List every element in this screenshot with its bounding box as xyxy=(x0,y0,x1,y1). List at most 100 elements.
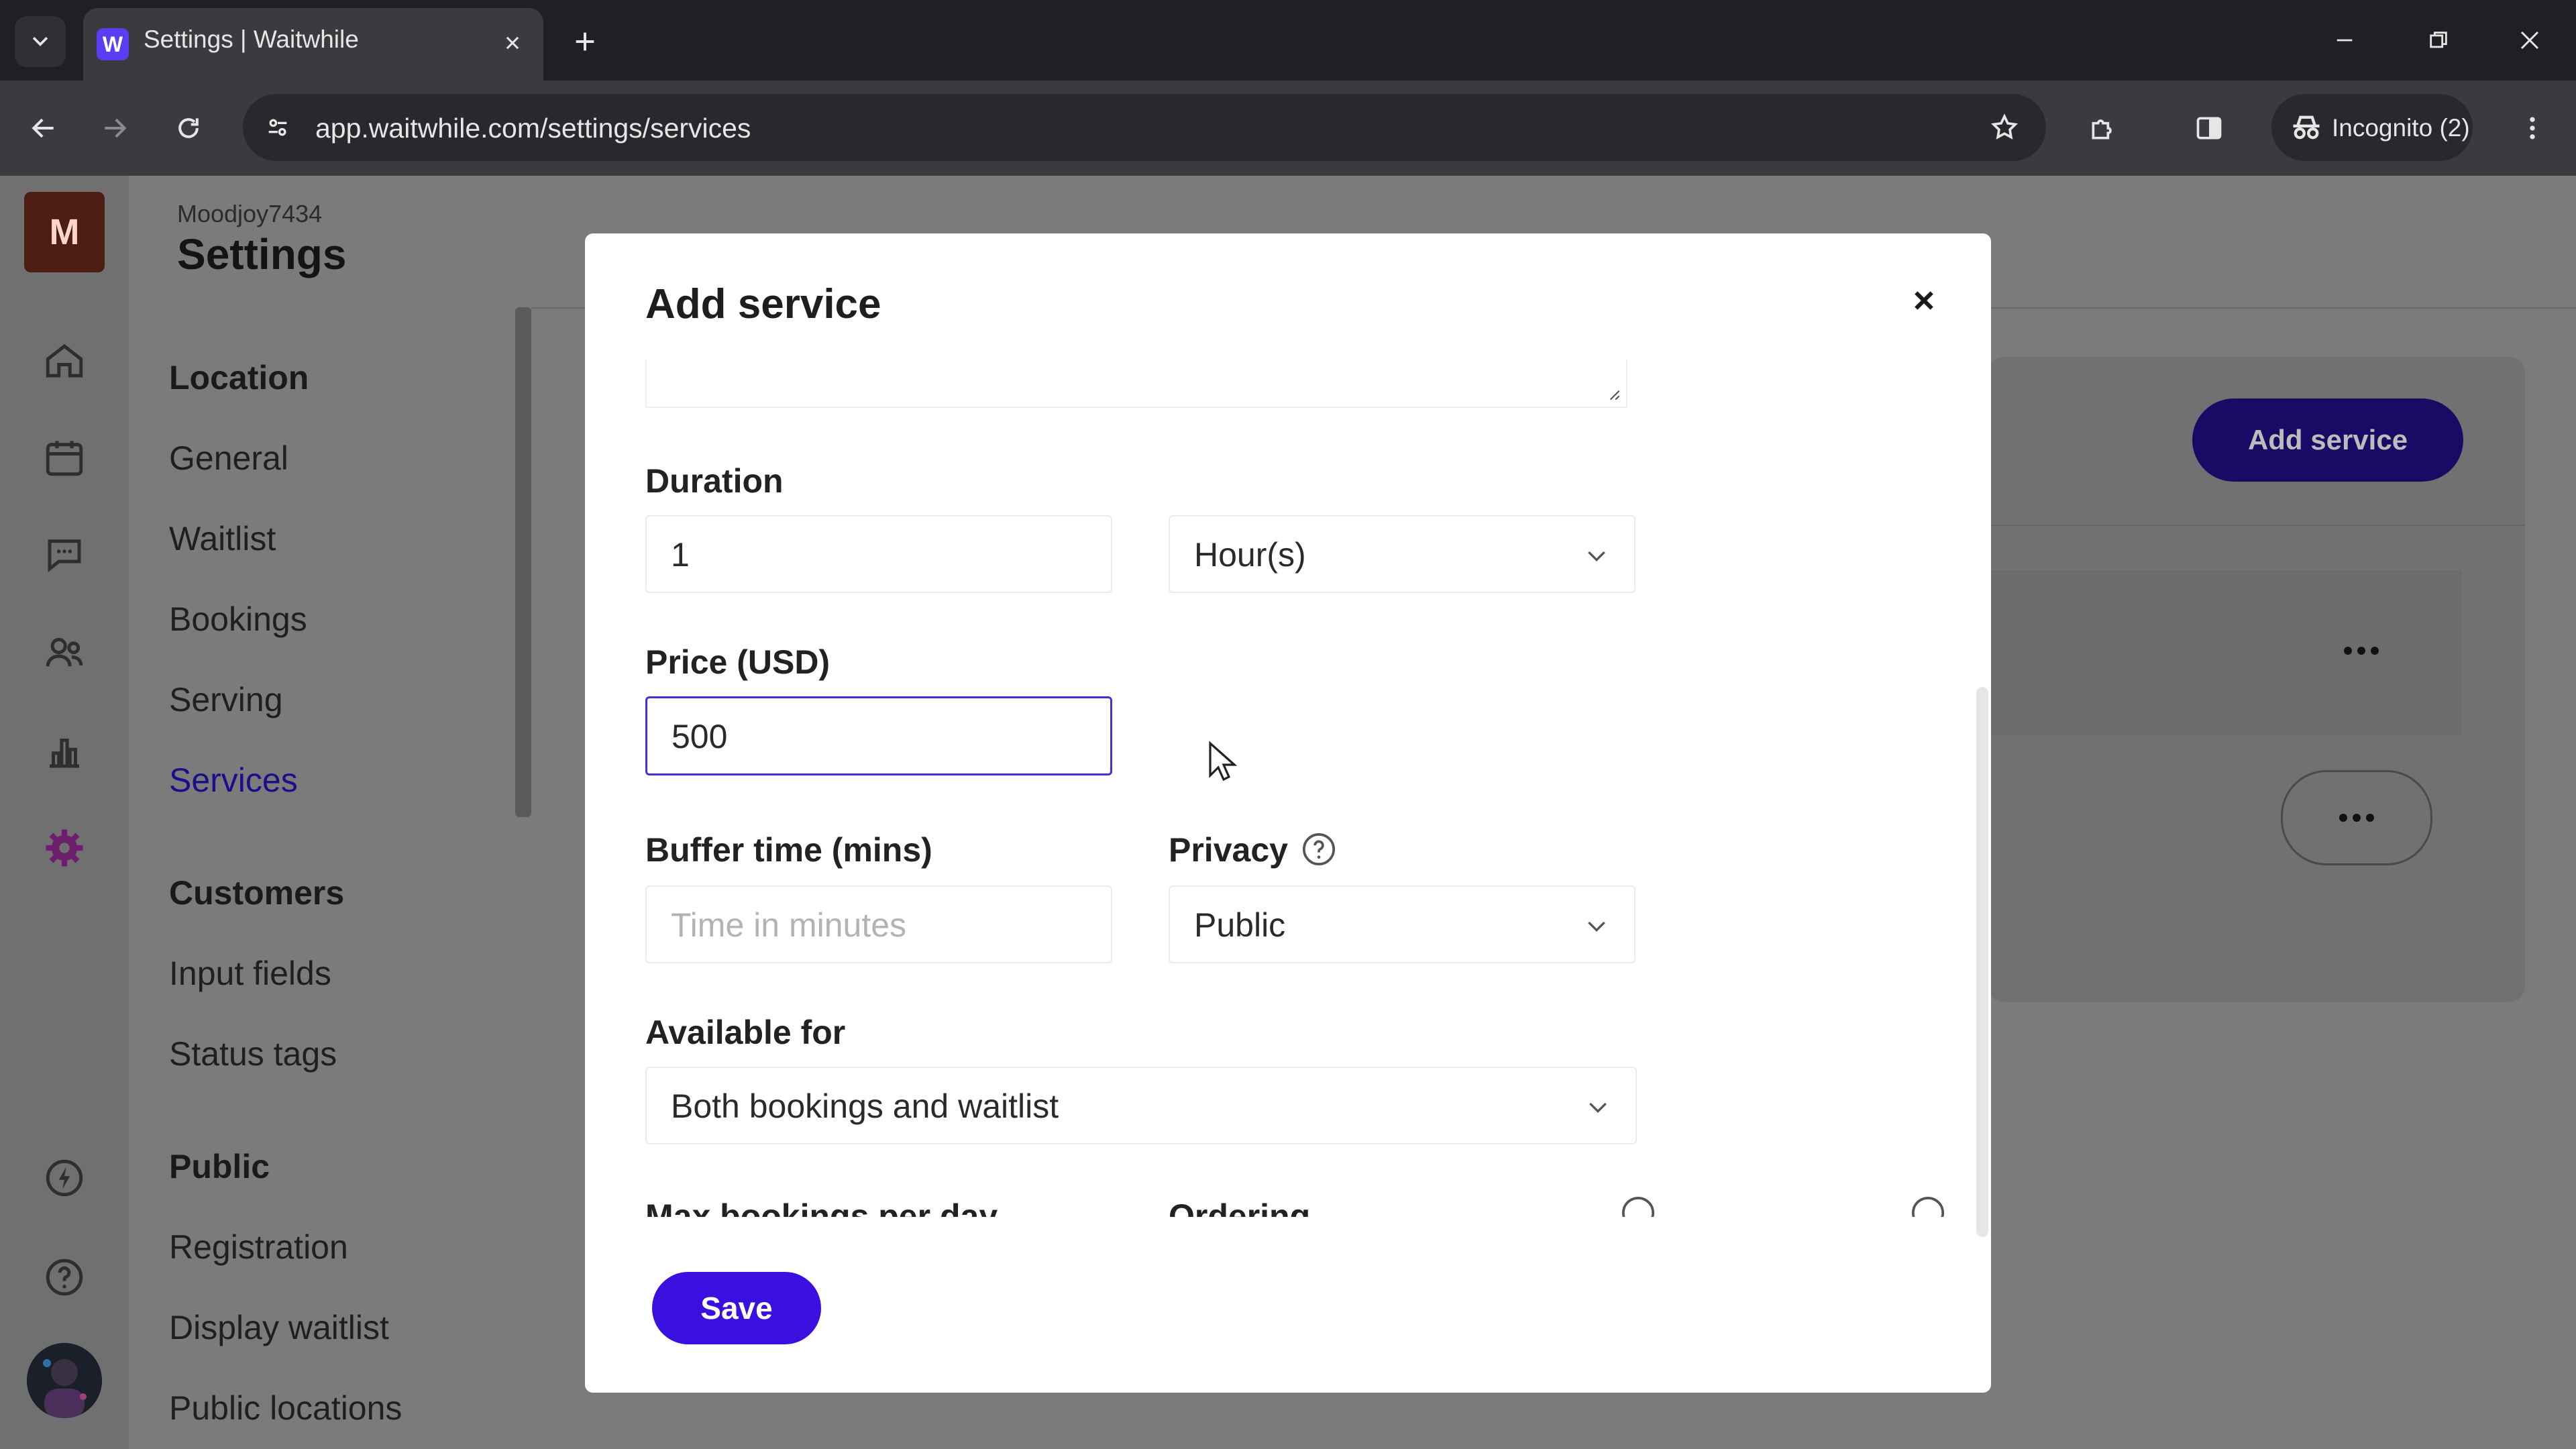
star-icon xyxy=(1990,113,2019,140)
chat-icon xyxy=(48,539,81,573)
buffer-time-label: Buffer time (mins) xyxy=(645,831,932,869)
sidebar-item-registration[interactable]: Registration xyxy=(169,1228,348,1267)
plus-icon xyxy=(576,32,594,51)
sidebar-item-waitlist[interactable]: Waitlist xyxy=(169,519,276,558)
sidebar-item-public-locations[interactable]: Public locations xyxy=(169,1389,402,1428)
tab-close-button[interactable] xyxy=(496,27,529,59)
buffer-time-placeholder: Time in minutes xyxy=(671,906,907,944)
waitwhile-favicon-icon: W xyxy=(97,28,129,60)
site-info-button[interactable] xyxy=(256,106,299,149)
sidebar-item-bookings[interactable]: Bookings xyxy=(169,600,307,639)
side-panel-button[interactable] xyxy=(2187,106,2231,150)
calendar-icon xyxy=(46,441,83,476)
close-icon xyxy=(506,36,519,50)
messages-nav-button[interactable] xyxy=(40,530,89,578)
page-title: Settings xyxy=(177,230,347,278)
more-horizontal-icon xyxy=(2344,647,2379,655)
calendar-nav-button[interactable] xyxy=(40,433,89,482)
address-bar[interactable]: app.waitwhile.com/settings/services xyxy=(243,94,2046,161)
save-button[interactable]: Save xyxy=(652,1272,821,1344)
price-label: Price (USD) xyxy=(645,643,830,681)
whats-new-button[interactable] xyxy=(40,1154,89,1202)
browser-tab[interactable]: W Settings | Waitwhile xyxy=(83,8,543,80)
url-text: app.waitwhile.com/settings/services xyxy=(315,113,751,144)
close-icon xyxy=(1915,291,1933,310)
settings-sidebar: Location General Waitlist Bookings Servi… xyxy=(129,307,531,1449)
user-avatar[interactable] xyxy=(27,1343,102,1418)
sidebar-scrollbar[interactable] xyxy=(515,307,531,817)
incognito-indicator[interactable]: Incognito (2) xyxy=(2271,94,2473,161)
close-icon xyxy=(2520,31,2539,50)
modal-close-button[interactable] xyxy=(1897,274,1951,327)
analytics-nav-button[interactable] xyxy=(40,727,89,775)
more-vertical-icon xyxy=(2530,117,2535,140)
chevron-down-icon xyxy=(1588,551,1605,562)
description-textarea[interactable] xyxy=(645,360,1627,408)
forward-button[interactable] xyxy=(93,106,137,150)
customers-nav-button[interactable] xyxy=(40,629,89,678)
home-nav-button[interactable] xyxy=(40,337,89,385)
back-button[interactable] xyxy=(21,106,66,150)
tab-title: Settings | Waitwhile xyxy=(144,25,359,53)
card-divider xyxy=(1988,525,2525,526)
price-input[interactable]: 500 xyxy=(645,696,1112,775)
duration-label: Duration xyxy=(645,462,784,500)
sidebar-item-services[interactable]: Services xyxy=(169,761,298,800)
max-bookings-help-wrapper xyxy=(1619,1194,1657,1217)
service-row-menu-button[interactable] xyxy=(2334,631,2388,671)
service-row[interactable] xyxy=(1988,570,2462,735)
more-options-button[interactable] xyxy=(2281,770,2432,865)
tune-icon xyxy=(268,119,287,136)
bookmark-button[interactable] xyxy=(1983,106,2026,149)
duration-input[interactable]: 1 xyxy=(645,515,1112,593)
chevron-down-icon xyxy=(1589,1102,1607,1114)
side-panel-icon xyxy=(2196,117,2222,140)
minimize-window-button[interactable] xyxy=(2314,15,2375,66)
privacy-select[interactable]: Public xyxy=(1169,885,1635,963)
modal-scrollbar[interactable] xyxy=(1976,687,1988,1237)
restore-window-button[interactable] xyxy=(2408,15,2469,66)
user-photo-icon xyxy=(27,1343,102,1418)
chevron-down-icon xyxy=(1588,921,1605,932)
resize-handle-icon[interactable] xyxy=(1605,385,1622,402)
duration-unit-select[interactable]: Hour(s) xyxy=(1169,515,1635,593)
extensions-button[interactable] xyxy=(2081,106,2125,150)
close-window-button[interactable] xyxy=(2500,15,2560,66)
ordering-help-wrapper xyxy=(1909,1194,1947,1217)
ordering-label: Ordering xyxy=(1169,1197,1311,1217)
bar-chart-icon xyxy=(50,739,79,768)
minimize-icon xyxy=(2337,39,2353,42)
services-card: Add service xyxy=(1988,357,2525,1002)
restore-icon xyxy=(2430,32,2447,48)
reload-button[interactable] xyxy=(166,106,211,150)
price-value: 500 xyxy=(672,718,728,755)
settings-nav-button[interactable] xyxy=(40,824,89,872)
modal-title: Add service xyxy=(645,281,881,327)
sidebar-item-serving[interactable]: Serving xyxy=(169,680,283,719)
workspace-avatar[interactable]: M xyxy=(24,192,105,272)
sidebar-item-display-waitlist[interactable]: Display waitlist xyxy=(169,1308,389,1347)
ordering-help-icon[interactable] xyxy=(1909,1194,1947,1217)
new-tab-button[interactable] xyxy=(564,20,606,63)
arrow-right-icon xyxy=(105,118,127,138)
more-horizontal-icon xyxy=(2339,814,2374,822)
available-for-label: Available for xyxy=(645,1014,846,1051)
incognito-label: Incognito (2) xyxy=(2332,114,2470,142)
buffer-time-input[interactable]: Time in minutes xyxy=(645,885,1112,963)
sidebar-item-input-fields[interactable]: Input fields xyxy=(169,954,331,993)
help-button[interactable] xyxy=(40,1253,89,1301)
duration-value: 1 xyxy=(671,536,690,574)
sidebar-item-general[interactable]: General xyxy=(169,439,288,478)
available-for-value: Both bookings and waitlist xyxy=(671,1087,1059,1125)
arrow-left-icon xyxy=(32,118,54,138)
sidebar-item-status-tags[interactable]: Status tags xyxy=(169,1034,337,1073)
users-icon xyxy=(46,637,83,667)
tab-search-button[interactable] xyxy=(15,16,66,67)
max-bookings-help-icon[interactable] xyxy=(1619,1194,1657,1217)
add-service-button[interactable]: Add service xyxy=(2192,398,2463,482)
chevron-down-icon xyxy=(32,37,48,46)
available-for-select[interactable]: Both bookings and waitlist xyxy=(645,1067,1637,1144)
browser-menu-button[interactable] xyxy=(2510,106,2555,150)
privacy-help-icon[interactable] xyxy=(1300,830,1338,868)
reload-icon xyxy=(178,118,199,138)
